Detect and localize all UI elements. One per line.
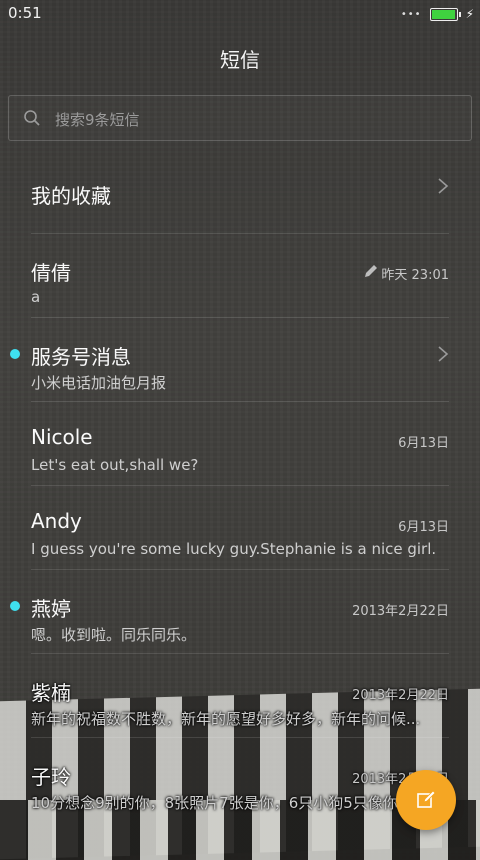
list-item-conversation[interactable]: Andy 6月13日 I guess you're some lucky guy… [31, 486, 449, 570]
conversation-name: 我的收藏 [31, 184, 111, 208]
chevron-right-icon [438, 346, 449, 362]
unread-dot [10, 601, 20, 611]
status-bar: 0:51 ••• ⚡ [0, 0, 480, 28]
pencil-icon [365, 265, 377, 277]
conversation-date: 昨天 23:01 [381, 268, 449, 283]
list-item-conversation[interactable]: 子玲 2013年2月22日 10分想念9别的你，8张照片7张是你，6只小狗5只像… [31, 738, 449, 822]
conversation-name: 紫楠 [31, 681, 71, 705]
conversation-name: Andy [31, 509, 82, 533]
search-input[interactable]: 搜索9条短信 [8, 95, 472, 141]
conversation-preview: 10分想念9别的你，8张照片7张是你，6只小狗5只像你 [31, 794, 398, 812]
list-item-conversation[interactable]: 紫楠 2013年2月22日 新年的祝福数不胜数，新年的愿望好多好多，新年的问候.… [31, 654, 449, 738]
conversation-name: 燕婷 [31, 597, 71, 621]
conversation-preview: 嗯。收到啦。同乐同乐。 [31, 626, 197, 644]
signal-dots-icon: ••• [400, 8, 422, 20]
conversation-name: 子玲 [31, 765, 71, 789]
conversation-name: 服务号消息 [31, 345, 131, 369]
conversation-preview: a [31, 288, 41, 306]
list-item-conversation[interactable]: 倩倩 昨天 23:01 a [31, 234, 449, 318]
search-icon [24, 110, 40, 126]
compose-icon [417, 790, 436, 808]
conversation-preview: Let's eat out,shall we? [31, 456, 199, 474]
conversation-preview: I guess you're some lucky guy.Stephanie … [31, 540, 437, 558]
chevron-right-icon [438, 178, 449, 194]
list-item-conversation[interactable]: 燕婷 2013年2月22日 嗯。收到啦。同乐同乐。 [10, 570, 449, 654]
conversation-list: 我的收藏 倩倩 昨天 23:01 a 服务号消息 小米电话加油包月报 Nicol… [0, 150, 480, 822]
charging-icon: ⚡ [465, 7, 474, 21]
battery-icon [429, 7, 461, 21]
conversation-date: 2013年2月22日 [352, 604, 449, 619]
conversation-date: 6月13日 [398, 520, 449, 535]
conversation-name: 倩倩 [31, 261, 71, 285]
conversation-date: 6月13日 [398, 436, 449, 451]
search-placeholder: 搜索9条短信 [55, 111, 140, 129]
conversation-name: Nicole [31, 425, 93, 449]
status-time: 0:51 [8, 4, 42, 22]
conversation-date: 2013年2月22日 [352, 688, 449, 703]
list-item-conversation[interactable]: Nicole 6月13日 Let's eat out,shall we? [31, 402, 449, 486]
compose-button[interactable] [396, 770, 456, 830]
page-title: 短信 [220, 48, 260, 72]
unread-dot [10, 349, 20, 359]
list-item-service-messages[interactable]: 服务号消息 小米电话加油包月报 [10, 318, 449, 402]
list-item-favorites[interactable]: 我的收藏 [31, 150, 449, 234]
status-icons: ••• ⚡ [401, 7, 474, 21]
conversation-preview: 小米电话加油包月报 [31, 374, 167, 392]
conversation-preview: 新年的祝福数不胜数，新年的愿望好多好多，新年的问候... [31, 710, 421, 728]
